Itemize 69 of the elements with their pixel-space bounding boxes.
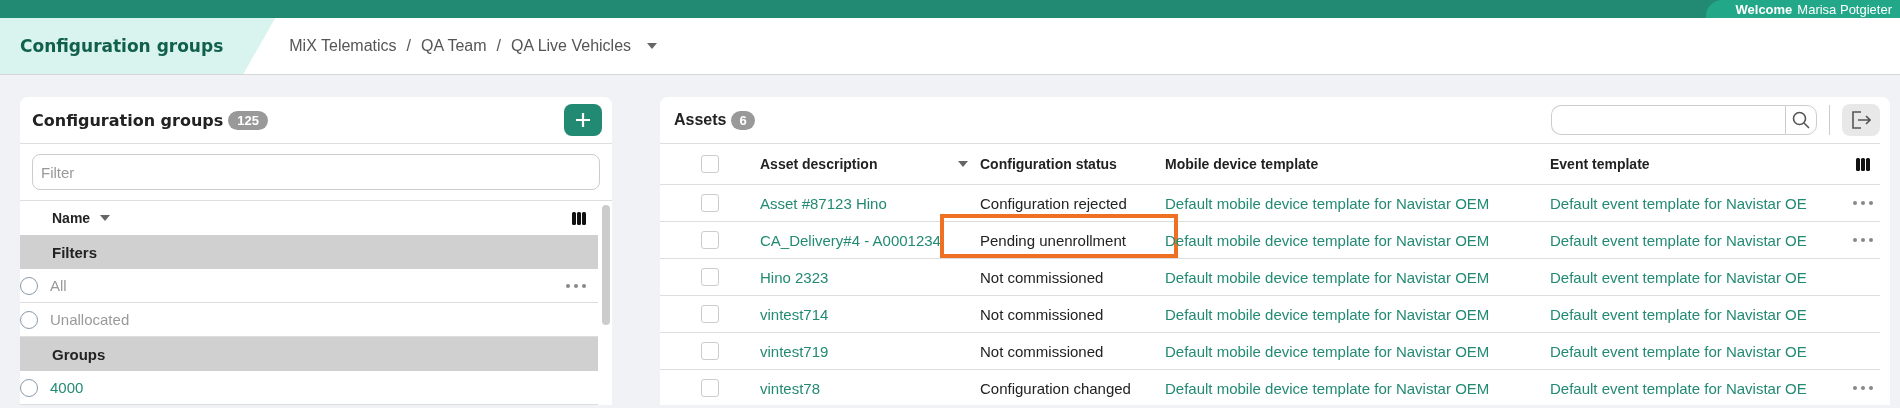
column-header[interactable]: Name (52, 210, 111, 226)
column-header[interactable]: Mobile device template (1165, 156, 1550, 172)
filter-field[interactable]: Filter (32, 154, 600, 190)
table-link[interactable]: Default event template for Navistar OE (1550, 194, 1807, 212)
row-checkbox[interactable] (701, 379, 719, 397)
table-link[interactable]: Default mobile device template for Navistar OEM (1165, 342, 1490, 360)
radio-button[interactable] (20, 378, 38, 397)
dropdown-caret-icon (647, 43, 658, 49)
table-link[interactable]: Default mobile device template for Navistar OEM (1165, 379, 1490, 397)
table-link[interactable]: Asset #87123 Hino (760, 194, 887, 212)
search-button[interactable] (1785, 105, 1817, 135)
column-header[interactable]: Event template (1550, 156, 1845, 172)
count-badge: 125 (228, 110, 268, 130)
select-all-checkbox[interactable] (701, 155, 719, 173)
sort-caret-icon (958, 161, 968, 167)
table-link[interactable]: Default mobile device template for Navistar OEM (1165, 194, 1490, 212)
list-item[interactable]: 4000 (50, 379, 586, 396)
breadcrumb-link[interactable]: QA Team (421, 37, 487, 55)
radio-button[interactable] (20, 276, 38, 295)
search-field[interactable] (1551, 105, 1785, 135)
add-button[interactable] (564, 104, 602, 136)
count-badge: 6 (731, 110, 755, 130)
export-icon (1851, 111, 1871, 129)
table-link[interactable]: CA_Delivery#4 - A0001234 (760, 231, 941, 249)
section-header: Filters (20, 235, 598, 269)
welcome-label: Welcome (1735, 1, 1793, 17)
table-link[interactable]: Default mobile device template for Navistar OEM (1165, 305, 1490, 323)
scrollbar[interactable] (602, 205, 610, 325)
breadcrumb-separator: / (406, 37, 411, 55)
panel-title: Configuration groups (32, 110, 224, 130)
table-cell: Not commissioned (980, 342, 1104, 360)
row-checkbox[interactable] (701, 231, 719, 249)
list-item[interactable]: Unallocated (50, 311, 586, 328)
user-name: Marisa Potgieter (1797, 1, 1892, 17)
table-link[interactable]: vintest719 (760, 342, 829, 360)
list-item[interactable]: All (50, 277, 566, 294)
breadcrumb-link[interactable]: QA Live Vehicles (511, 37, 632, 55)
table-link[interactable]: Hino 2323 (760, 268, 829, 286)
row-checkbox[interactable] (701, 342, 719, 360)
panel-title: Assets (674, 111, 727, 129)
table-cell: Not commissioned (980, 268, 1104, 286)
column-header[interactable]: Asset description (760, 156, 980, 172)
row-checkbox[interactable] (701, 194, 719, 212)
search-icon (1792, 111, 1810, 129)
table-link[interactable]: Default mobile device template for Navistar OEM (1165, 268, 1490, 286)
export-button[interactable] (1842, 104, 1880, 136)
table-link[interactable]: Default event template for Navistar OE (1550, 305, 1807, 323)
table-link[interactable]: vintest714 (760, 305, 829, 323)
column-header[interactable]: Configuration status (980, 156, 1165, 172)
sort-caret-icon (100, 215, 111, 221)
radio-button[interactable] (20, 310, 38, 329)
table-link[interactable]: Default event template for Navistar OE (1550, 342, 1807, 360)
table-cell: Configuration rejected (980, 194, 1127, 212)
breadcrumb-separator: / (496, 37, 501, 55)
table-cell: Configuration changed (980, 379, 1131, 397)
breadcrumb-link[interactable]: MiX Telematics (289, 37, 397, 55)
row-checkbox[interactable] (701, 305, 719, 323)
table-link[interactable]: vintest78 (760, 379, 821, 397)
page-title: Configuration groups (0, 18, 276, 74)
columns-icon (1855, 157, 1870, 171)
table-link[interactable]: Default event template for Navistar OE (1550, 268, 1807, 286)
table-cell: Not commissioned (980, 305, 1104, 323)
table-link[interactable]: Default event template for Navistar OE (1550, 379, 1807, 397)
section-header: Groups (20, 337, 598, 371)
plus-icon (576, 113, 590, 127)
table-cell: Pending unenrollment (980, 231, 1126, 249)
table-link[interactable]: Default event template for Navistar OE (1550, 231, 1807, 249)
row-checkbox[interactable] (701, 268, 719, 286)
columns-icon (572, 211, 586, 225)
